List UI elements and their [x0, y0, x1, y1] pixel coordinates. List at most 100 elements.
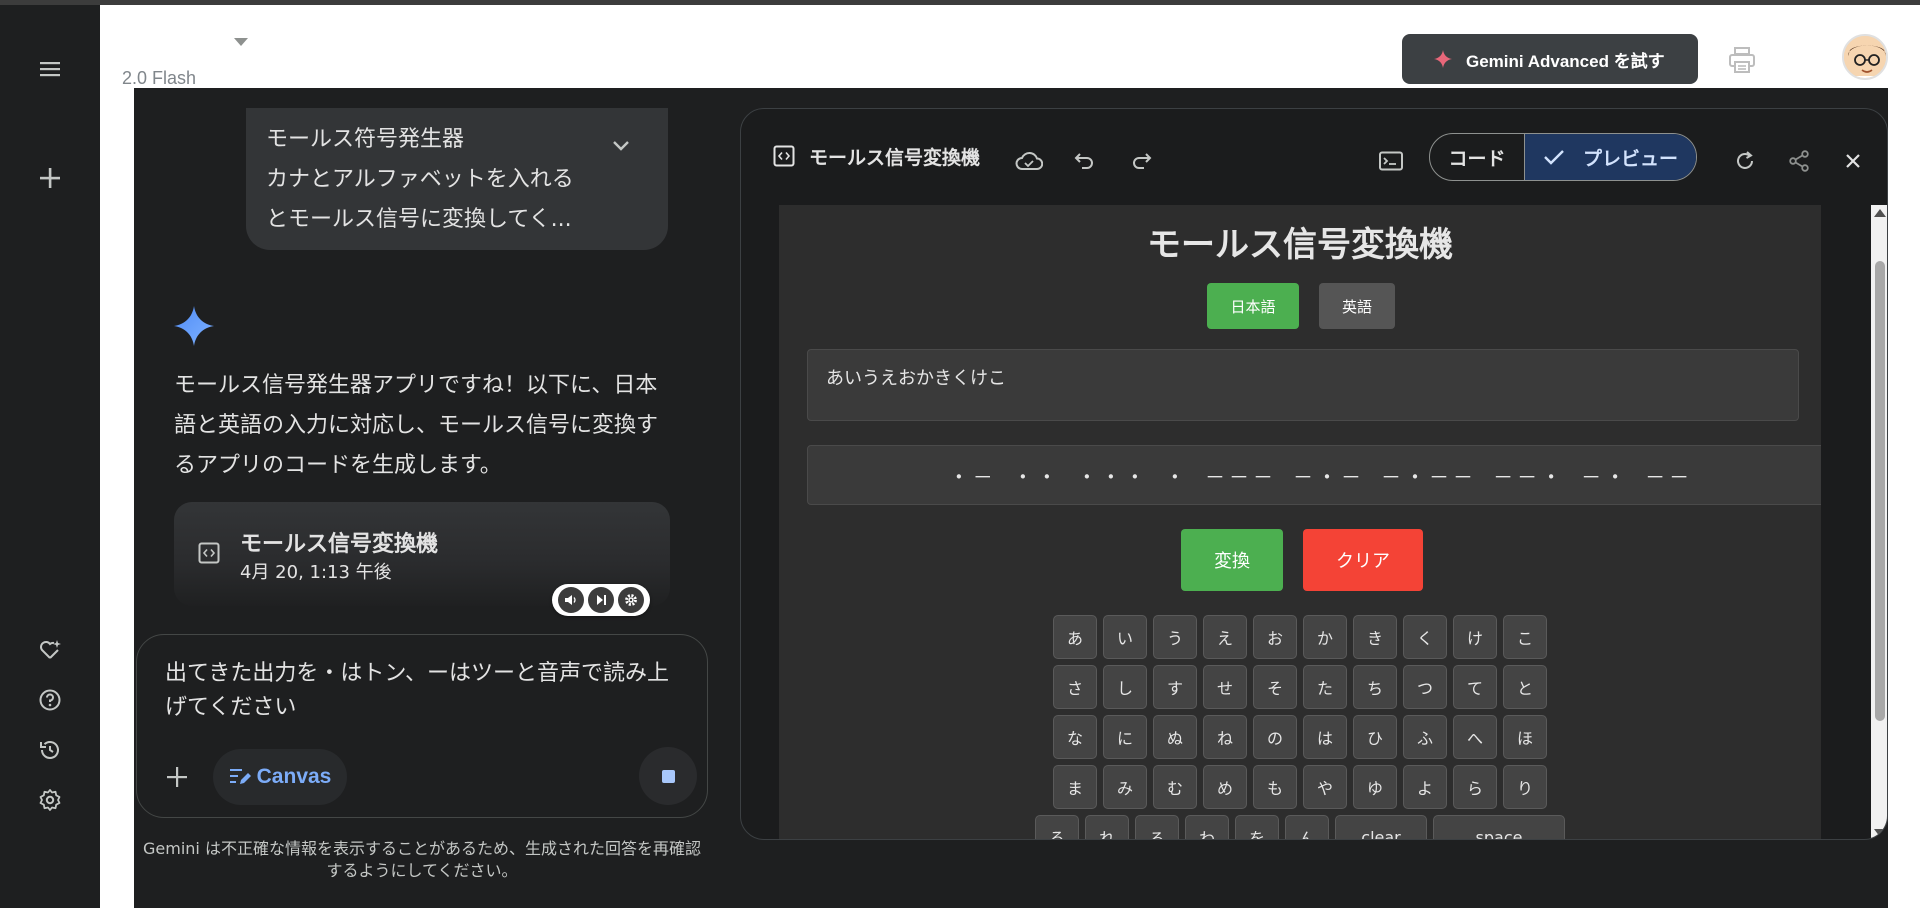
- kana-key[interactable]: し: [1103, 665, 1147, 709]
- clear-button[interactable]: クリア: [1303, 529, 1423, 591]
- kana-key[interactable]: ん: [1285, 815, 1329, 839]
- disclaimer: Gemini は不正確な情報を表示することがあるため、生成された回答を再確認する…: [143, 839, 701, 880]
- help-button[interactable]: [30, 680, 70, 720]
- add-attachment-button[interactable]: [159, 759, 195, 795]
- kana-key[interactable]: む: [1153, 765, 1197, 809]
- kana-key[interactable]: れ: [1085, 815, 1129, 839]
- kana-key[interactable]: き: [1353, 615, 1397, 659]
- redo-button[interactable]: [1127, 147, 1155, 175]
- kana-key[interactable]: も: [1253, 765, 1297, 809]
- kana-key[interactable]: あ: [1053, 615, 1097, 659]
- kana-key[interactable]: こ: [1503, 615, 1547, 659]
- japanese-button[interactable]: 日本語: [1207, 283, 1299, 329]
- kana-key[interactable]: の: [1253, 715, 1297, 759]
- kana-key[interactable]: ね: [1203, 715, 1247, 759]
- check-icon: [1544, 150, 1564, 165]
- kana-key[interactable]: て: [1453, 665, 1497, 709]
- model-label[interactable]: 2.0 Flash: [122, 68, 196, 89]
- kana-key[interactable]: ふ: [1403, 715, 1447, 759]
- close-button[interactable]: [1839, 147, 1867, 175]
- kana-key[interactable]: ぬ: [1153, 715, 1197, 759]
- scroll-thumb[interactable]: [1875, 261, 1885, 721]
- kana-key[interactable]: り: [1503, 765, 1547, 809]
- stop-generation-button[interactable]: [639, 747, 697, 805]
- gemini-advanced-button[interactable]: Gemini Advanced を試す: [1402, 34, 1698, 84]
- gem-manager-button[interactable]: [30, 630, 70, 670]
- console-button[interactable]: [1377, 147, 1405, 175]
- tab-code[interactable]: コード: [1430, 134, 1524, 180]
- settings-button[interactable]: [30, 780, 70, 820]
- cloud-save-button[interactable]: [1015, 147, 1043, 175]
- prompt-input-box[interactable]: 出てきた出力を・はトン、ーはツーと音声で読み上げてください Canvas: [136, 634, 708, 818]
- preview-scrollbar[interactable]: [1871, 205, 1887, 839]
- text-input[interactable]: あいうえおかきくけこ: [807, 349, 1799, 421]
- user-prompt-bubble: モールス符号発生器 カナとアルファベットを入れる とモールス信号に変換してく..…: [246, 108, 668, 250]
- kana-key[interactable]: と: [1503, 665, 1547, 709]
- tts-toolbar: [552, 584, 650, 616]
- english-button[interactable]: 英語: [1319, 283, 1395, 329]
- speaker-button[interactable]: [558, 587, 584, 613]
- user-prompt-line: カナとアルファベットを入れる: [266, 167, 574, 192]
- kana-key[interactable]: み: [1103, 765, 1147, 809]
- kana-key[interactable]: ゆ: [1353, 765, 1397, 809]
- kana-key[interactable]: わ: [1185, 815, 1229, 839]
- activity-button[interactable]: [30, 730, 70, 770]
- terminal-icon: [1379, 151, 1403, 171]
- cloud-check-icon: [1015, 152, 1043, 170]
- kana-key[interactable]: ろ: [1135, 815, 1179, 839]
- prompt-input[interactable]: 出てきた出力を・はトン、ーはツーと音声で読み上げてください: [165, 657, 685, 725]
- kana-key[interactable]: お: [1253, 615, 1297, 659]
- expand-chevron-icon[interactable]: [612, 140, 630, 152]
- kana-key[interactable]: つ: [1403, 665, 1447, 709]
- kana-key[interactable]: た: [1303, 665, 1347, 709]
- tts-settings-button[interactable]: [618, 587, 644, 613]
- print-icon[interactable]: [1726, 44, 1758, 76]
- kana-key[interactable]: え: [1203, 615, 1247, 659]
- plus-icon: [167, 767, 187, 787]
- skip-button[interactable]: [588, 587, 614, 613]
- avatar[interactable]: [1842, 34, 1888, 80]
- code-icon: [773, 145, 795, 167]
- keyboard-row: あ い う え お か き く け こ: [779, 615, 1821, 659]
- share-button[interactable]: [1785, 147, 1813, 175]
- kana-key[interactable]: か: [1303, 615, 1347, 659]
- tab-preview[interactable]: プレビュー: [1524, 134, 1696, 180]
- kana-key[interactable]: う: [1153, 615, 1197, 659]
- kana-key[interactable]: を: [1235, 815, 1279, 839]
- keyboard-row: る れ ろ わ を ん clear space: [779, 815, 1821, 839]
- kana-key[interactable]: な: [1053, 715, 1097, 759]
- kana-key[interactable]: よ: [1403, 765, 1447, 809]
- kana-key[interactable]: ち: [1353, 665, 1397, 709]
- settings-icon: [39, 789, 61, 811]
- kana-key[interactable]: に: [1103, 715, 1147, 759]
- kana-key[interactable]: る: [1035, 815, 1079, 839]
- key-space[interactable]: space: [1433, 815, 1565, 839]
- convert-button[interactable]: 変換: [1181, 529, 1283, 591]
- scroll-down-arrow[interactable]: [1874, 829, 1886, 837]
- key-clear[interactable]: clear: [1335, 815, 1427, 839]
- kana-key[interactable]: め: [1203, 765, 1247, 809]
- kana-key[interactable]: は: [1303, 715, 1347, 759]
- kana-key[interactable]: け: [1453, 615, 1497, 659]
- kana-key[interactable]: へ: [1453, 715, 1497, 759]
- menu-icon: [40, 62, 60, 77]
- kana-key[interactable]: ひ: [1353, 715, 1397, 759]
- kana-key[interactable]: そ: [1253, 665, 1297, 709]
- kana-key[interactable]: さ: [1053, 665, 1097, 709]
- model-dropdown-caret[interactable]: [234, 38, 248, 46]
- kana-key[interactable]: く: [1403, 615, 1447, 659]
- scroll-up-arrow[interactable]: [1874, 209, 1886, 217]
- menu-button[interactable]: [30, 49, 70, 89]
- kana-key[interactable]: ま: [1053, 765, 1097, 809]
- kana-key[interactable]: や: [1303, 765, 1347, 809]
- kana-key[interactable]: ら: [1453, 765, 1497, 809]
- kana-key[interactable]: せ: [1203, 665, 1247, 709]
- kana-key[interactable]: い: [1103, 615, 1147, 659]
- kana-key[interactable]: す: [1153, 665, 1197, 709]
- canvas-label: Canvas: [256, 765, 332, 788]
- undo-button[interactable]: [1071, 147, 1099, 175]
- new-chat-button[interactable]: [30, 158, 70, 198]
- refresh-button[interactable]: [1731, 147, 1759, 175]
- kana-key[interactable]: ほ: [1503, 715, 1547, 759]
- canvas-toggle-button[interactable]: Canvas: [213, 749, 347, 805]
